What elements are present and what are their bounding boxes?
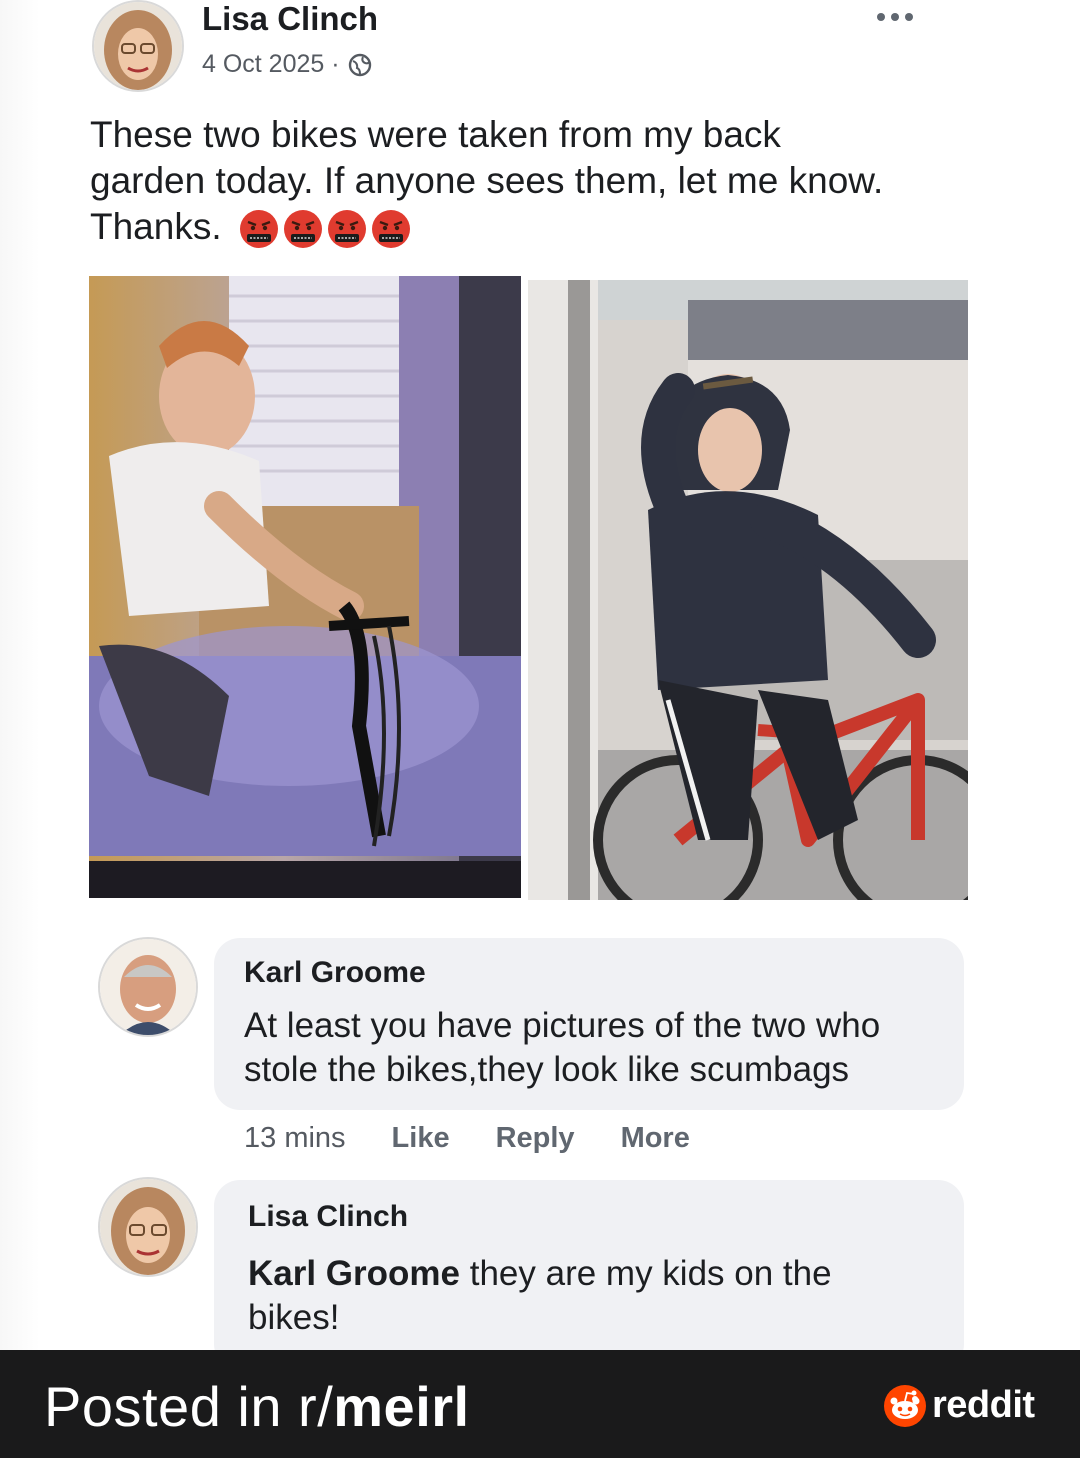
dot-icon	[891, 13, 899, 21]
comment-text-line: Karl Groome they are my kids on the	[248, 1252, 832, 1296]
emoji-row	[238, 208, 412, 250]
more-options-button[interactable]	[868, 2, 922, 32]
comment-text-rest: they are my kids on the	[460, 1254, 832, 1293]
post-text-thanks: Thanks.	[90, 206, 222, 247]
mention-link[interactable]: Karl Groome	[248, 1254, 460, 1293]
comment-text: At least you have pictures of the two wh…	[244, 1004, 880, 1092]
like-button[interactable]: Like	[392, 1122, 450, 1155]
commenter-avatar[interactable]	[98, 937, 198, 1037]
comment-bubble: Lisa Clinch Karl Groome they are my kids…	[214, 1180, 964, 1350]
post-photo-left[interactable]	[89, 276, 521, 898]
dot-icon	[877, 13, 885, 21]
comment-text-line: At least you have pictures of the two wh…	[244, 1006, 881, 1045]
post-text: These two bikes were taken from my back …	[90, 112, 990, 250]
comment-text: Karl Groome they are my kids on the bike…	[248, 1252, 832, 1340]
post-text-line: Thanks.	[90, 204, 990, 250]
posted-in-prefix: Posted in r/	[44, 1375, 334, 1438]
post-photo-right[interactable]	[528, 280, 968, 900]
reddit-logo[interactable]: reddit	[884, 1384, 1035, 1427]
post-meta: 4 Oct 2025 ·	[202, 50, 372, 79]
post-date[interactable]: 4 Oct 2025 ·	[202, 50, 340, 79]
comment-actions: 13 mins Like Reply More	[244, 1122, 690, 1155]
angry-face-icon	[238, 208, 280, 250]
commenter-avatar[interactable]	[98, 1177, 198, 1277]
comment-author[interactable]: Karl Groome	[244, 956, 426, 990]
reply-button[interactable]: Reply	[496, 1122, 575, 1155]
comment-timestamp[interactable]: 13 mins	[244, 1122, 346, 1155]
facebook-post: Lisa Clinch 4 Oct 2025 · These two bikes…	[0, 0, 1080, 1350]
dot-icon	[905, 13, 913, 21]
comment-bubble: Karl Groome At least you have pictures o…	[214, 938, 964, 1110]
reddit-footer-bar: Posted in r/meirl reddit	[0, 1350, 1080, 1458]
posted-in-label: Posted in r/meirl	[44, 1374, 470, 1439]
post-text-line: These two bikes were taken from my back	[90, 114, 781, 155]
more-button[interactable]: More	[621, 1122, 690, 1155]
angry-face-icon	[370, 208, 412, 250]
page-margin	[0, 0, 40, 1350]
angry-face-icon	[282, 208, 324, 250]
author-avatar[interactable]	[92, 0, 184, 92]
reddit-snoo-icon	[884, 1384, 926, 1427]
comment-author[interactable]: Lisa Clinch	[248, 1200, 408, 1234]
subreddit-link[interactable]: meirl	[333, 1375, 469, 1438]
globe-icon	[348, 53, 372, 77]
reddit-wordmark: reddit	[932, 1384, 1035, 1426]
comment-text-line: bikes!	[248, 1298, 340, 1337]
post-text-line: garden today. If anyone sees them, let m…	[90, 160, 884, 201]
comment-text-line: stole the bikes,they look like scumbags	[244, 1050, 850, 1089]
author-name[interactable]: Lisa Clinch	[202, 0, 378, 38]
angry-face-icon	[326, 208, 368, 250]
